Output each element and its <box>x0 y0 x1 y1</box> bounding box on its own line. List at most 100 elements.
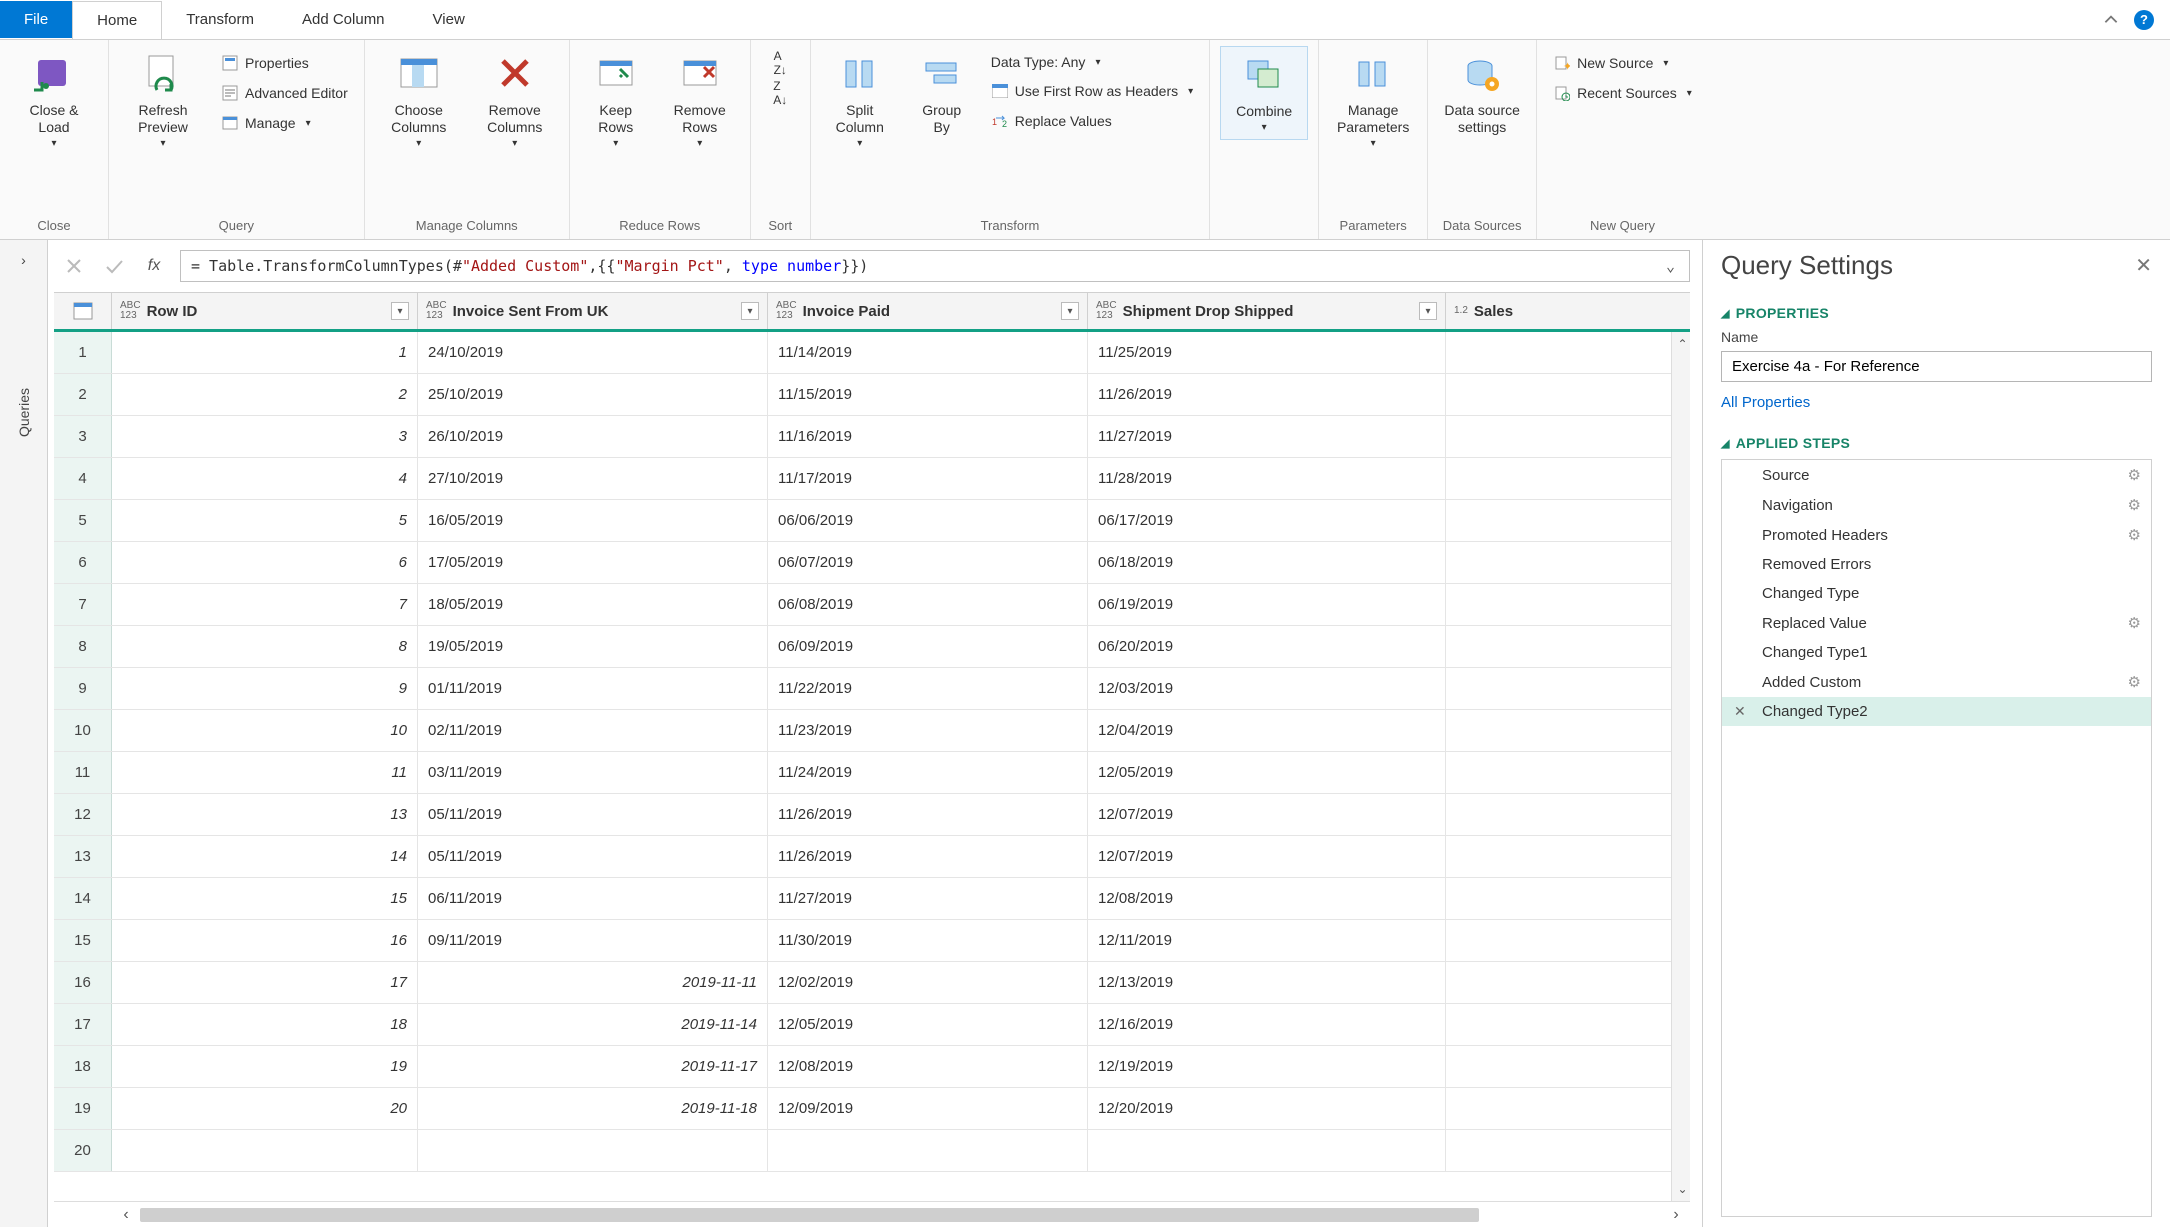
keep-rows-button[interactable]: Keep Rows ▾ <box>580 46 652 155</box>
gear-icon[interactable]: ⚙ <box>2128 526 2141 544</box>
cell-invoice-sent[interactable]: 01/11/2019 <box>418 668 768 709</box>
cell-sales[interactable] <box>1446 1130 1592 1171</box>
table-row[interactable]: 3326/10/201911/16/201911/27/2019 <box>54 416 1690 458</box>
filter-icon[interactable]: ▾ <box>391 302 409 320</box>
cell-shipment[interactable]: 11/26/2019 <box>1088 374 1446 415</box>
section-applied-steps[interactable]: ◢APPLIED STEPS <box>1721 435 2152 451</box>
row-number[interactable]: 13 <box>54 836 112 877</box>
table-row[interactable]: 131405/11/201911/26/201912/07/2019 <box>54 836 1690 878</box>
table-row[interactable]: 2225/10/201911/15/201911/26/2019 <box>54 374 1690 416</box>
table-row[interactable]: 121305/11/201911/26/201912/07/2019 <box>54 794 1690 836</box>
applied-step[interactable]: ✕Changed Type2 <box>1722 697 2151 726</box>
cell-invoice-paid[interactable]: 11/23/2019 <box>768 710 1088 751</box>
help-icon[interactable]: ? <box>2134 10 2154 30</box>
applied-step[interactable]: Changed Type1 <box>1722 638 2151 667</box>
cell-sales[interactable] <box>1446 542 1592 583</box>
cell-invoice-sent[interactable]: 2019-11-14 <box>418 1004 768 1045</box>
cell-shipment[interactable]: 06/20/2019 <box>1088 626 1446 667</box>
applied-step[interactable]: Added Custom⚙ <box>1722 667 2151 697</box>
table-row[interactable]: 5516/05/201906/06/201906/17/2019 <box>54 500 1690 542</box>
cell-invoice-sent[interactable] <box>418 1130 768 1171</box>
remove-columns-button[interactable]: Remove Columns ▾ <box>471 46 559 155</box>
table-row[interactable]: 20 <box>54 1130 1690 1172</box>
close-panel-icon[interactable]: ✕ <box>2135 253 2152 278</box>
data-source-settings-button[interactable]: Data source settings <box>1438 46 1526 142</box>
combine-button[interactable]: Combine ▾ <box>1220 46 1308 140</box>
cell-invoice-sent[interactable]: 27/10/2019 <box>418 458 768 499</box>
cell-invoice-sent[interactable]: 18/05/2019 <box>418 584 768 625</box>
cell-row-id[interactable]: 15 <box>112 878 418 919</box>
cell-invoice-paid[interactable]: 12/02/2019 <box>768 962 1088 1003</box>
cell-row-id[interactable]: 17 <box>112 962 418 1003</box>
gear-icon[interactable]: ⚙ <box>2128 614 2141 632</box>
cell-invoice-sent[interactable]: 06/11/2019 <box>418 878 768 919</box>
cell-invoice-paid[interactable]: 11/26/2019 <box>768 836 1088 877</box>
gear-icon[interactable]: ⚙ <box>2128 466 2141 484</box>
cell-row-id[interactable]: 16 <box>112 920 418 961</box>
table-row[interactable]: 9901/11/201911/22/201912/03/2019 <box>54 668 1690 710</box>
table-row[interactable]: 141506/11/201911/27/201912/08/2019 <box>54 878 1690 920</box>
replace-values-button[interactable]: 12 Replace Values <box>985 108 1199 134</box>
cell-invoice-paid[interactable]: 11/26/2019 <box>768 794 1088 835</box>
recent-sources-button[interactable]: Recent Sources▾ <box>1547 80 1698 106</box>
col-header-invoice-sent[interactable]: ABC 123 Invoice Sent From UK ▾ <box>418 293 768 329</box>
cell-row-id[interactable]: 2 <box>112 374 418 415</box>
cell-invoice-paid[interactable]: 06/06/2019 <box>768 500 1088 541</box>
scroll-left-icon[interactable]: ‹ <box>112 1206 140 1224</box>
row-number[interactable]: 12 <box>54 794 112 835</box>
row-number[interactable]: 11 <box>54 752 112 793</box>
manage-button[interactable]: Manage▾ <box>215 110 354 136</box>
cell-row-id[interactable]: 19 <box>112 1046 418 1087</box>
cell-row-id[interactable]: 18 <box>112 1004 418 1045</box>
manage-parameters-button[interactable]: Manage Parameters ▾ <box>1329 46 1417 155</box>
cell-sales[interactable] <box>1446 794 1592 835</box>
row-number[interactable]: 17 <box>54 1004 112 1045</box>
table-row[interactable]: 17182019-11-1412/05/201912/16/2019 <box>54 1004 1690 1046</box>
gear-icon[interactable]: ⚙ <box>2128 496 2141 514</box>
cell-shipment[interactable]: 06/17/2019 <box>1088 500 1446 541</box>
cell-invoice-sent[interactable]: 09/11/2019 <box>418 920 768 961</box>
cell-invoice-paid[interactable]: 12/05/2019 <box>768 1004 1088 1045</box>
cell-shipment[interactable]: 12/11/2019 <box>1088 920 1446 961</box>
new-source-button[interactable]: ✦ New Source▾ <box>1547 50 1698 76</box>
cancel-formula-icon[interactable] <box>60 252 88 280</box>
row-number[interactable]: 18 <box>54 1046 112 1087</box>
row-number[interactable]: 4 <box>54 458 112 499</box>
queries-sidebar[interactable]: › Queries <box>0 240 48 1227</box>
table-row[interactable]: 1124/10/201911/14/201911/25/2019 <box>54 332 1690 374</box>
cell-sales[interactable] <box>1446 920 1592 961</box>
cell-shipment[interactable]: 12/16/2019 <box>1088 1004 1446 1045</box>
query-name-input[interactable] <box>1721 351 2152 382</box>
row-number[interactable]: 6 <box>54 542 112 583</box>
cell-sales[interactable] <box>1446 1046 1592 1087</box>
cell-invoice-paid[interactable]: 12/08/2019 <box>768 1046 1088 1087</box>
cell-sales[interactable] <box>1446 332 1592 373</box>
cell-row-id[interactable]: 4 <box>112 458 418 499</box>
cell-invoice-paid[interactable]: 12/09/2019 <box>768 1088 1088 1129</box>
cell-sales[interactable] <box>1446 836 1592 877</box>
advanced-editor-button[interactable]: Advanced Editor <box>215 80 354 106</box>
remove-rows-button[interactable]: Remove Rows ▾ <box>660 46 740 155</box>
row-number[interactable]: 15 <box>54 920 112 961</box>
cell-shipment[interactable]: 12/19/2019 <box>1088 1046 1446 1087</box>
cell-invoice-sent[interactable]: 26/10/2019 <box>418 416 768 457</box>
cell-shipment[interactable] <box>1088 1130 1446 1171</box>
cell-shipment[interactable]: 12/08/2019 <box>1088 878 1446 919</box>
scroll-down-icon[interactable]: ⌄ <box>1677 1177 1687 1201</box>
formula-input[interactable]: = Table.TransformColumnTypes(#"Added Cus… <box>180 250 1690 282</box>
vertical-scrollbar[interactable]: ⌃ ⌄ <box>1671 332 1690 1201</box>
row-number[interactable]: 8 <box>54 626 112 667</box>
cell-row-id[interactable]: 6 <box>112 542 418 583</box>
cell-shipment[interactable]: 11/27/2019 <box>1088 416 1446 457</box>
col-header-row-id[interactable]: ABC 123 Row ID ▾ <box>112 293 418 329</box>
cell-row-id[interactable]: 3 <box>112 416 418 457</box>
cell-invoice-paid[interactable]: 11/22/2019 <box>768 668 1088 709</box>
sort-asc-button[interactable]: AZ↓ <box>765 50 795 76</box>
cell-sales[interactable] <box>1446 416 1592 457</box>
all-properties-link[interactable]: All Properties <box>1721 394 2152 411</box>
tab-file[interactable]: File <box>0 1 72 38</box>
properties-button[interactable]: Properties <box>215 50 354 76</box>
applied-step[interactable]: Promoted Headers⚙ <box>1722 520 2151 550</box>
cell-shipment[interactable]: 12/20/2019 <box>1088 1088 1446 1129</box>
filter-icon[interactable]: ▾ <box>1419 302 1437 320</box>
